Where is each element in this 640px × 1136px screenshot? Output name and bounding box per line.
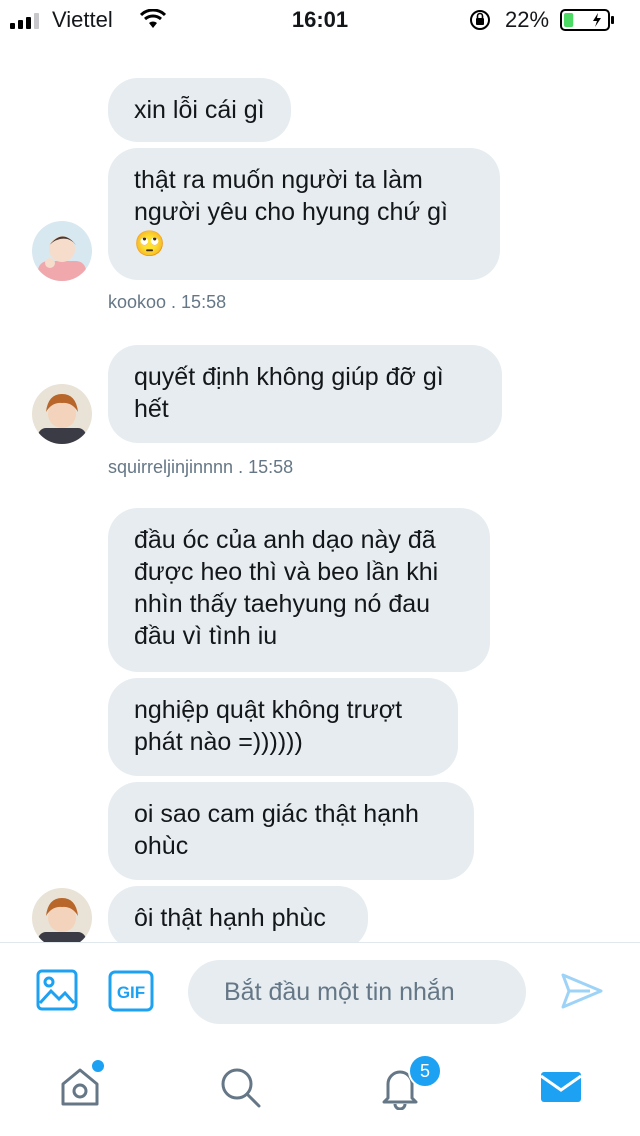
avatar-squirreljinjinnnn[interactable] — [32, 888, 92, 942]
message-text: nghiệp quật không trượt phát nào =)))))) — [134, 696, 403, 756]
tab-bar: 5 — [0, 1040, 640, 1136]
gif-button[interactable]: GIF — [108, 970, 154, 1012]
message-input[interactable]: Bắt đầu một tin nhắn — [188, 960, 526, 1024]
send-icon[interactable] — [560, 971, 604, 1011]
message-input-placeholder: Bắt đầu một tin nhắn — [224, 978, 455, 1006]
message-text: đầu óc của anh dạo này đã được heo thì v… — [134, 526, 439, 650]
gif-label: GIF — [117, 983, 145, 1002]
message-bubble[interactable]: oi sao cam giác thật hạnh ohùc — [108, 782, 474, 880]
message-bubble[interactable]: xin lỗi cái gì — [108, 78, 291, 142]
search-icon[interactable] — [217, 1064, 263, 1110]
avatar-squirreljinjinnnn[interactable] — [32, 384, 92, 444]
battery-percent: 22% — [505, 7, 550, 32]
message-text: ôi thật hạnh phùc — [134, 904, 326, 932]
message-bubble[interactable]: đầu óc của anh dạo này đã được heo thì v… — [108, 508, 490, 672]
rotation-lock-icon — [470, 10, 490, 30]
mail-icon[interactable] — [538, 1064, 584, 1110]
message-meta: kookoo . 15:58 — [108, 292, 227, 312]
image-icon[interactable] — [36, 969, 78, 1011]
message-bubble[interactable]: ôi thật hạnh phùc — [108, 886, 368, 942]
avatar-kookoo[interactable] — [32, 221, 92, 281]
message-text: thật ra muốn người ta làm người yêu cho … — [134, 166, 448, 258]
message-composer: GIF Bắt đầu một tin nhắn — [0, 942, 640, 1041]
message-bubble[interactable]: nghiệp quật không trượt phát nào =)))))) — [108, 678, 458, 776]
conversation-view[interactable]: xin lỗi cái gì thật ra muốn người ta làm… — [0, 40, 640, 942]
message-text: quyết định không giúp đỡ gì hết — [134, 363, 444, 423]
battery-icon — [560, 9, 614, 31]
message-text: oi sao cam giác thật hạnh ohùc — [134, 800, 419, 860]
pink-sweater-boy-avatar — [32, 221, 92, 281]
gif-icon: GIF — [108, 970, 154, 1012]
notifications-badge: 5 — [408, 1054, 442, 1088]
brown-hair-boy-avatar — [32, 384, 92, 444]
message-bubble[interactable]: quyết định không giúp đỡ gì hết — [108, 345, 502, 443]
message-meta: squirreljinjinnnn . 15:58 — [108, 457, 294, 477]
brown-hair-boy-avatar — [32, 888, 92, 942]
status-bar: Viettel 16:01 22% — [0, 0, 640, 40]
message-text: xin lỗi cái gì — [134, 96, 265, 124]
home-unread-dot — [90, 1058, 106, 1074]
message-bubble[interactable]: thật ra muốn người ta làm người yêu cho … — [108, 148, 500, 280]
